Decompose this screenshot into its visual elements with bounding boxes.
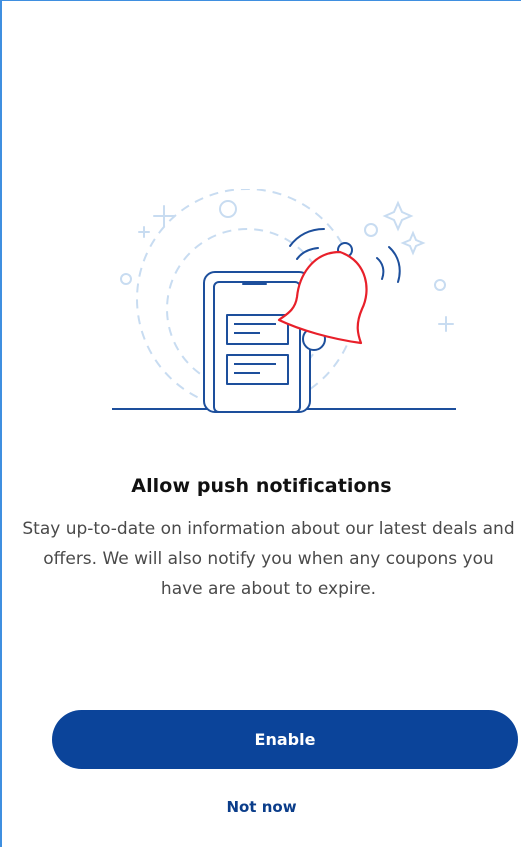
ring-sparkle-icon <box>219 200 237 218</box>
small-ring-sparkle-icon <box>364 223 378 237</box>
page-title: Allow push notifications <box>131 475 392 497</box>
message-card-bottom-icon <box>226 354 289 385</box>
small-diamond-sparkle-icon <box>400 230 426 256</box>
small-plus-sparkle-icon <box>138 226 150 238</box>
phone-bell-illustration-icon <box>112 189 456 413</box>
enable-button[interactable]: Enable <box>52 710 518 769</box>
plus-sparkle-icon <box>153 205 175 227</box>
notification-permission-screen: Allow push notifications Stay up-to-date… <box>0 0 521 847</box>
right-ring-sparkle-icon <box>434 279 446 291</box>
right-plus-sparkle-icon <box>438 316 454 332</box>
prompt-description: Stay up-to-date on information about our… <box>22 519 515 599</box>
push-notification-illustration <box>102 189 466 419</box>
left-ring-sparkle-icon <box>120 273 132 285</box>
not-now-link[interactable]: Not now <box>2 798 521 816</box>
diamond-sparkle-icon <box>382 200 414 232</box>
phone-screen-icon <box>213 281 301 413</box>
